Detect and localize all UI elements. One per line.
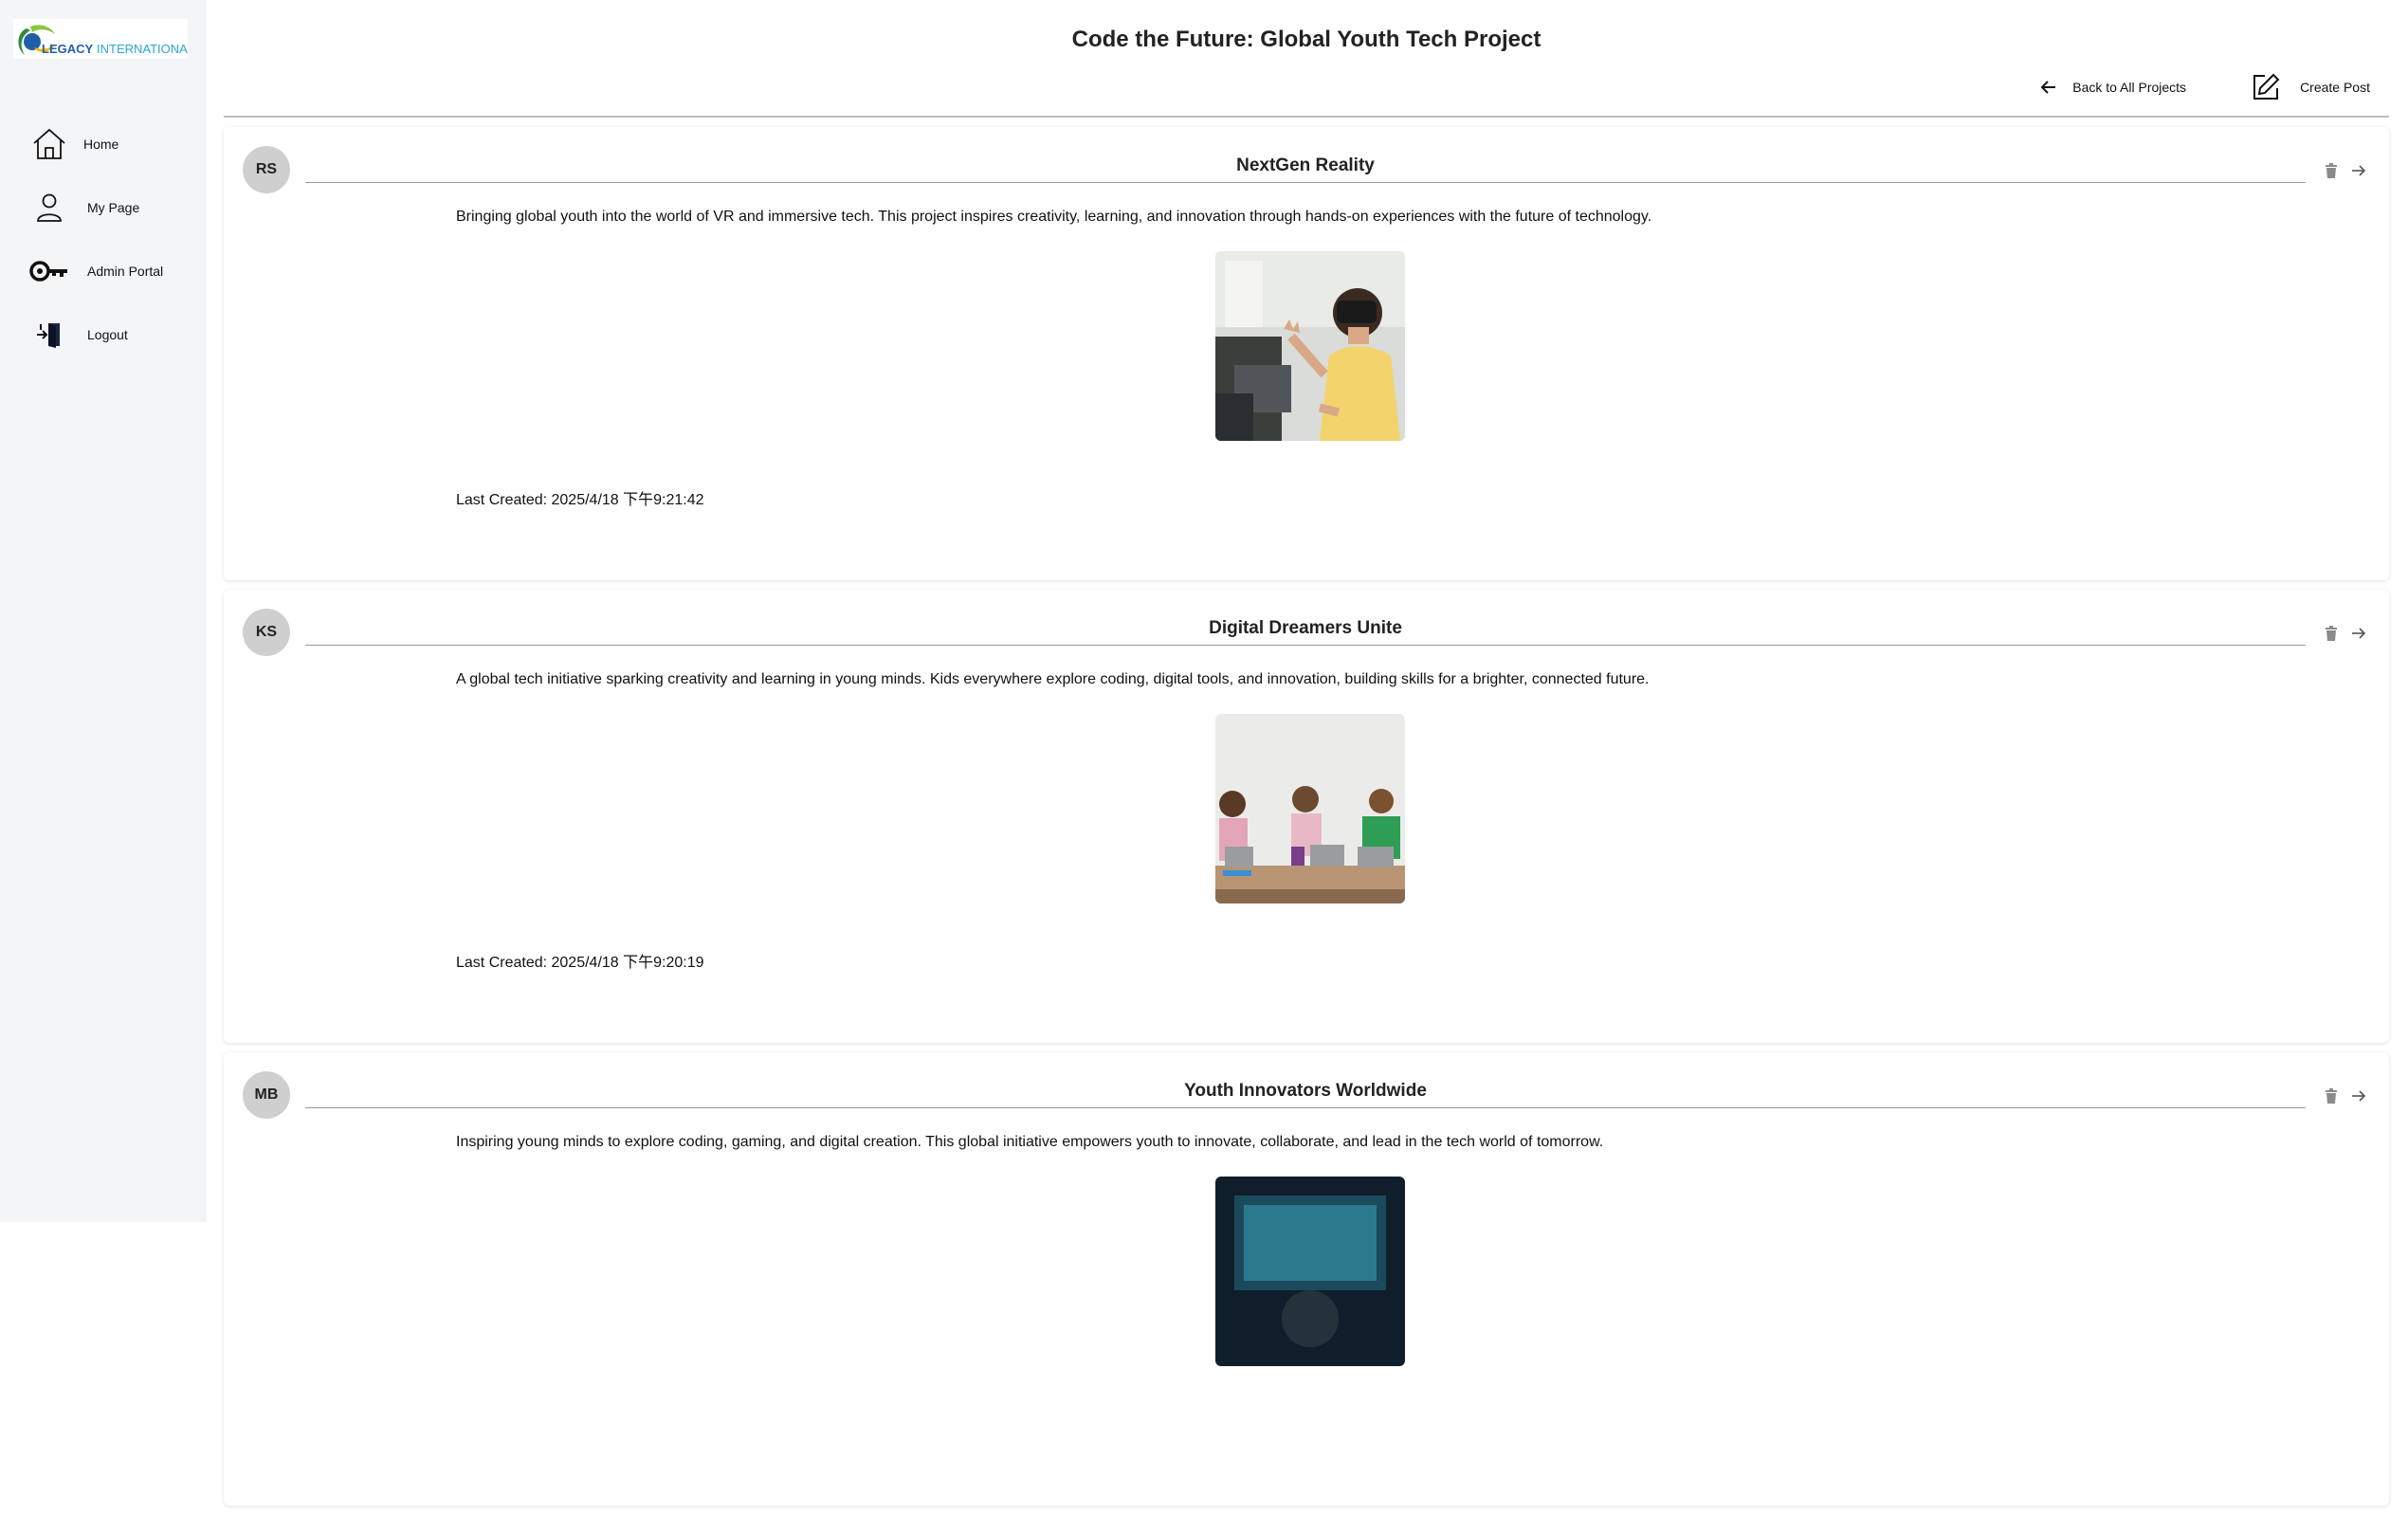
post-title: NextGen Reality [1236,155,1375,175]
post-date: Last Created: 2025/4/18 下午9:21:42 [456,492,704,508]
sidebar-item-label: Home [83,136,119,152]
sidebar-nav: Home My Page Admin Portal Logout [0,112,205,366]
edit-icon [2253,73,2280,100]
post-actions [2325,1088,2366,1104]
avatar[interactable]: RS [243,146,290,193]
create-post-button[interactable]: Create Post [2251,72,2370,102]
user-icon [28,189,70,227]
toolbar: Back to All Projects Create Post [2040,70,2389,104]
sidebar-item-admin-portal[interactable]: Admin Portal [0,239,205,302]
sidebar-item-label: Admin Portal [87,263,164,279]
youth-gaming-photo [1215,1177,1405,1366]
post-list: RS NextGen Reality Bringing global youth… [224,127,2389,1515]
post-description: Bringing global youth into the world of … [456,209,1652,225]
avatar[interactable]: KS [243,609,290,656]
arrow-right-icon[interactable] [2351,1089,2366,1103]
sidebar: LEGACY INTERNATIONAL Home My Page Admin … [0,0,206,1222]
sidebar-item-label: Logout [87,326,128,342]
title-divider [305,1107,2306,1108]
post-title: Youth Innovators Worldwide [1184,1081,1427,1101]
trash-icon[interactable] [2325,626,2338,641]
trash-icon[interactable] [2325,1088,2338,1104]
header-divider [224,116,2389,118]
arrow-left-icon [2040,81,2056,94]
avatar[interactable]: MB [243,1071,290,1119]
page-title: Code the Future: Global Youth Tech Proje… [1071,27,1541,52]
sidebar-item-label: My Page [87,199,140,215]
title-divider [305,182,2306,183]
title-divider [305,645,2306,646]
sidebar-item-home[interactable]: Home [0,112,205,175]
sidebar-item-my-page[interactable]: My Page [0,175,205,239]
post-description: Inspiring young minds to explore coding,… [456,1134,1604,1150]
logout-icon [28,316,70,354]
create-post-label: Create Post [2300,80,2370,95]
kids-with-laptops-photo [1215,714,1405,904]
home-icon [28,125,70,163]
svg-text:LEGACY: LEGACY [42,42,94,56]
post-description: A global tech initiative sparking creati… [456,671,1650,687]
arrow-right-icon[interactable] [2351,164,2366,177]
back-button-label: Back to All Projects [2072,80,2187,95]
post-date: Last Created: 2025/4/18 下午9:20:19 [456,955,704,971]
post-actions [2325,626,2366,641]
svg-text:INTERNATIONAL: INTERNATIONAL [97,42,188,56]
back-to-all-projects-button[interactable]: Back to All Projects [2040,80,2186,95]
trash-icon[interactable] [2325,163,2338,178]
post-actions [2325,163,2366,178]
arrow-right-icon[interactable] [2351,627,2366,640]
post-card: MB Youth Innovators Worldwide Inspiring … [224,1052,2389,1506]
key-icon [28,252,70,290]
legacy-international-logo[interactable]: LEGACY INTERNATIONAL [13,19,188,59]
post-card: KS Digital Dreamers Unite A global tech … [224,590,2389,1043]
sidebar-item-logout[interactable]: Logout [0,302,205,366]
post-card: RS NextGen Reality Bringing global youth… [224,127,2389,580]
main-content: Code the Future: Global Youth Tech Proje… [224,0,2389,1506]
child-wearing-vr-headset-photo [1215,251,1405,441]
post-title: Digital Dreamers Unite [1209,618,1402,638]
